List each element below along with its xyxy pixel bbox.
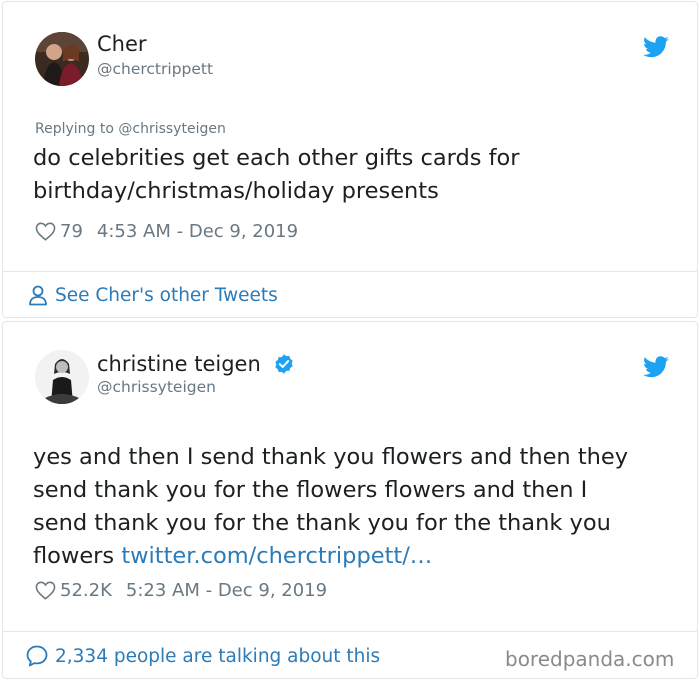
tweet-card-cher: Cher @cherctrippett Replying to @chrissy… [2,1,698,318]
replying-to[interactable]: Replying to @chrissyteigen [35,121,226,137]
tweet-text-line: do celebrities get each other gifts card… [33,145,520,171]
twitter-bird-icon[interactable] [643,36,669,58]
tweet-meta: 79 4:53 AM - Dec 9, 2019 [35,221,298,242]
heart-icon[interactable] [35,222,56,241]
divider [3,631,697,632]
twitter-bird-icon[interactable] [643,356,669,378]
author-name-row: christine teigen [97,352,295,376]
verified-badge-icon [273,353,295,375]
like-count[interactable]: 79 [60,221,83,242]
tweet-text-line: yes and then I send thank you flowers an… [33,444,629,470]
author-name[interactable]: christine teigen [97,352,261,376]
author-name[interactable]: Cher [97,32,147,56]
see-other-tweets-label: See Cher's other Tweets [55,284,278,306]
avatar[interactable] [35,350,89,404]
tweet-card-teigen: christine teigen @chrissyteigen yes and … [2,321,698,679]
tweet-text-line: send thank you for the flowers flowers a… [33,477,588,503]
comment-bubble-icon [25,644,49,668]
tweet-text: do celebrities get each other gifts card… [33,142,520,208]
tweet-text-line: birthday/christmas/holiday presents [33,178,439,204]
tweet-link[interactable]: twitter.com/cherctrippett/… [121,543,432,569]
timestamp[interactable]: 4:53 AM - Dec 9, 2019 [97,221,298,242]
conversation-label: 2,334 people are talking about this [55,645,381,667]
person-icon [27,284,49,306]
author-handle[interactable]: @cherctrippett [97,60,213,78]
divider [3,271,697,272]
conversation-link[interactable]: 2,334 people are talking about this [25,644,380,668]
author-handle[interactable]: @chrissyteigen [97,378,216,396]
tweet-text-line: send thank you for the thank you for the… [33,510,611,536]
watermark: boredpanda.com [505,647,675,671]
tweet-text-line-last: flowers twitter.com/cherctrippett/… [33,540,628,573]
avatar[interactable] [35,32,89,86]
tweet-meta: 52.2K 5:23 AM - Dec 9, 2019 [35,580,327,601]
tweet-text: yes and then I send thank you flowers an… [33,441,628,573]
heart-icon[interactable] [35,581,56,600]
tweet-text-prefix: flowers [33,543,122,569]
timestamp[interactable]: 5:23 AM - Dec 9, 2019 [126,580,327,601]
like-count[interactable]: 52.2K [60,580,112,601]
see-other-tweets-link[interactable]: See Cher's other Tweets [27,284,278,306]
